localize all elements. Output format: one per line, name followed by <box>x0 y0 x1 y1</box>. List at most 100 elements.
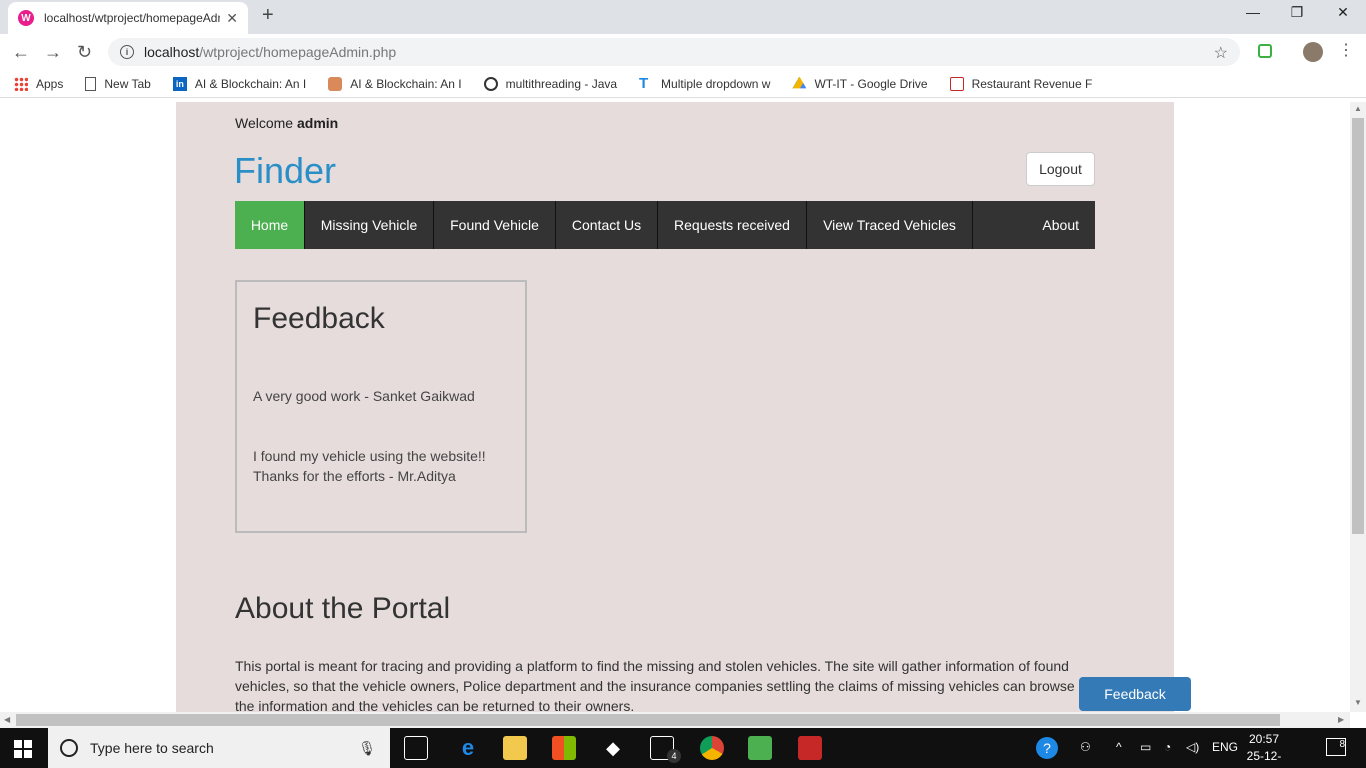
info-icon[interactable]: i <box>120 45 134 59</box>
taskbar-clock[interactable]: 20:57 25-12-2018 <box>1236 731 1292 768</box>
chevron-up-icon[interactable]: ^ <box>1116 740 1122 754</box>
people-icon[interactable]: ⚇ <box>1080 740 1091 754</box>
page-icon <box>85 76 97 91</box>
bookmark-multiple-dropdown[interactable]: T Multiple dropdown w <box>639 74 771 92</box>
url-host: localhost <box>144 44 200 60</box>
mail-badge: 4 <box>667 749 681 763</box>
store-icon[interactable] <box>552 736 576 760</box>
mail-icon[interactable]: 4 <box>650 736 681 763</box>
browser-tabstrip: W localhost/wtproject/homepageAdmin.php … <box>0 0 1366 34</box>
notepad-icon[interactable] <box>748 736 772 760</box>
scroll-up-icon[interactable]: ▲ <box>1354 104 1362 113</box>
search-globe-icon <box>483 76 498 91</box>
people-icon <box>328 76 343 91</box>
about-heading: About the Portal <box>235 592 451 625</box>
feedback-entry: A very good work - Sanket Gaikwad <box>253 388 475 404</box>
nav-contact-us[interactable]: Contact Us <box>556 201 658 249</box>
feedback-card-title: Feedback <box>253 302 385 335</box>
taskbar-search-placeholder: Type here to search <box>90 740 214 756</box>
extension-icon[interactable] <box>1258 44 1272 58</box>
page-container: Welcome admin Finder Logout Home Missing… <box>176 102 1174 712</box>
close-window-icon[interactable]: ✕ <box>1328 4 1358 21</box>
bookmark-multithreading[interactable]: multithreading - Java <box>483 76 618 91</box>
bookmarks-bar: Apps New Tab in AI & Blockchain: An I AI… <box>0 70 1366 98</box>
back-icon[interactable]: ← <box>12 42 30 63</box>
feedback-entry: I found my vehicle using the website!! T… <box>253 448 486 484</box>
vertical-scrollbar[interactable]: ▲ ▼ <box>1350 102 1366 712</box>
horizontal-scroll-thumb[interactable] <box>16 714 1280 726</box>
cortana-icon <box>60 739 78 757</box>
avatar[interactable] <box>1303 42 1323 62</box>
volume-icon[interactable]: ◁) <box>1186 740 1199 754</box>
bookmark-apps[interactable]: Apps <box>14 76 64 91</box>
acrobat-icon[interactable] <box>798 736 822 760</box>
browser-tab[interactable]: W localhost/wtproject/homepageAdmin.php … <box>8 2 248 34</box>
edge-icon[interactable]: e <box>456 735 480 760</box>
logout-button[interactable]: Logout <box>1026 152 1095 186</box>
notification-icon[interactable]: 8 <box>1326 738 1346 756</box>
nav-missing-vehicle[interactable]: Missing Vehicle <box>305 201 434 249</box>
scroll-right-icon[interactable]: ▶ <box>1338 715 1344 724</box>
wamp-favicon-icon: W <box>18 10 34 26</box>
nav-found-vehicle[interactable]: Found Vehicle <box>434 201 556 249</box>
clock-time: 20:57 <box>1248 732 1280 746</box>
microphone-icon[interactable]: 🎙 <box>358 740 376 757</box>
feedback-button[interactable]: Feedback <box>1079 677 1191 711</box>
browser-toolbar: ← → ↻ i localhost/wtproject/homepageAdmi… <box>0 34 1366 70</box>
scroll-down-icon[interactable]: ▼ <box>1354 698 1362 707</box>
scroll-left-icon[interactable]: ◀ <box>4 715 10 724</box>
welcome-username: admin <box>296 115 339 131</box>
report-icon <box>949 76 964 91</box>
file-explorer-icon[interactable] <box>503 736 527 760</box>
help-icon[interactable]: ? <box>1036 737 1058 759</box>
nav-requests-received[interactable]: Requests received <box>658 201 807 249</box>
wifi-icon[interactable]: ◔ <box>1164 740 1171 754</box>
bookmark-label: Apps <box>36 76 64 91</box>
main-nav: Home Missing Vehicle Found Vehicle Conta… <box>235 201 1095 249</box>
tab-title: localhost/wtproject/homepageAdmin.php <box>44 11 220 25</box>
welcome-prefix: Welcome <box>235 115 294 131</box>
bookmark-label: WT-IT - Google Drive <box>814 76 928 91</box>
taskbar-search[interactable]: Type here to search 🎙 <box>48 728 390 768</box>
bookmark-google-drive[interactable]: WT-IT - Google Drive <box>792 76 928 91</box>
site-brand[interactable]: Finder <box>234 150 336 192</box>
kebab-menu-icon[interactable]: ⋮ <box>1338 40 1354 60</box>
feedback-card: Feedback A very good work - Sanket Gaikw… <box>235 280 527 533</box>
new-tab-icon[interactable]: + <box>262 4 274 27</box>
vertical-scroll-thumb[interactable] <box>1352 118 1364 534</box>
t-icon: T <box>639 74 649 92</box>
close-tab-icon[interactable]: ✕ <box>226 10 238 27</box>
horizontal-scrollbar[interactable]: ◀ ▶ <box>0 712 1350 728</box>
bookmark-label: Multiple dropdown w <box>661 76 771 91</box>
windows-start-icon[interactable] <box>14 740 32 758</box>
page-viewport: Welcome admin Finder Logout Home Missing… <box>0 102 1350 712</box>
task-view-icon[interactable] <box>404 736 428 760</box>
bookmark-new-tab[interactable]: New Tab <box>85 76 151 91</box>
bookmark-ai-blockchain[interactable]: AI & Blockchain: An I <box>328 76 462 91</box>
nav-view-traced-vehicles[interactable]: View Traced Vehicles <box>807 201 973 249</box>
bookmark-star-icon[interactable]: ☆ <box>1214 43 1228 63</box>
dropbox-icon[interactable]: ◆ <box>601 736 625 760</box>
maximize-icon[interactable]: ❐ <box>1282 4 1312 21</box>
language-indicator[interactable]: ENG <box>1212 740 1238 754</box>
bookmark-label: AI & Blockchain: An I <box>194 76 307 91</box>
battery-icon[interactable]: ▭ <box>1140 740 1151 754</box>
reload-icon[interactable]: ↻ <box>77 42 92 63</box>
apps-grid-icon <box>14 76 28 91</box>
chrome-icon[interactable] <box>700 736 724 760</box>
forward-icon[interactable]: → <box>44 42 62 63</box>
bookmark-label: AI & Blockchain: An I <box>350 76 462 91</box>
bookmark-restaurant-revenue[interactable]: Restaurant Revenue F <box>949 76 1092 91</box>
clock-date: 25-12-2018 <box>1246 749 1282 768</box>
bookmark-label: multithreading - Java <box>505 76 618 91</box>
url-path: /wtproject/homepageAdmin.php <box>199 44 397 60</box>
welcome-text: Welcome admin <box>235 115 338 131</box>
bookmark-linkedin[interactable]: in AI & Blockchain: An I <box>172 76 307 91</box>
notification-count: 8 <box>1339 739 1345 750</box>
bookmark-label: New Tab <box>104 76 151 91</box>
about-text: This portal is meant for tracing and pro… <box>235 658 1075 712</box>
nav-home[interactable]: Home <box>235 201 305 249</box>
nav-about[interactable]: About <box>973 201 1095 249</box>
minimize-icon[interactable]: — <box>1238 4 1268 20</box>
address-bar[interactable]: i localhost/wtproject/homepageAdmin.php … <box>108 38 1240 66</box>
